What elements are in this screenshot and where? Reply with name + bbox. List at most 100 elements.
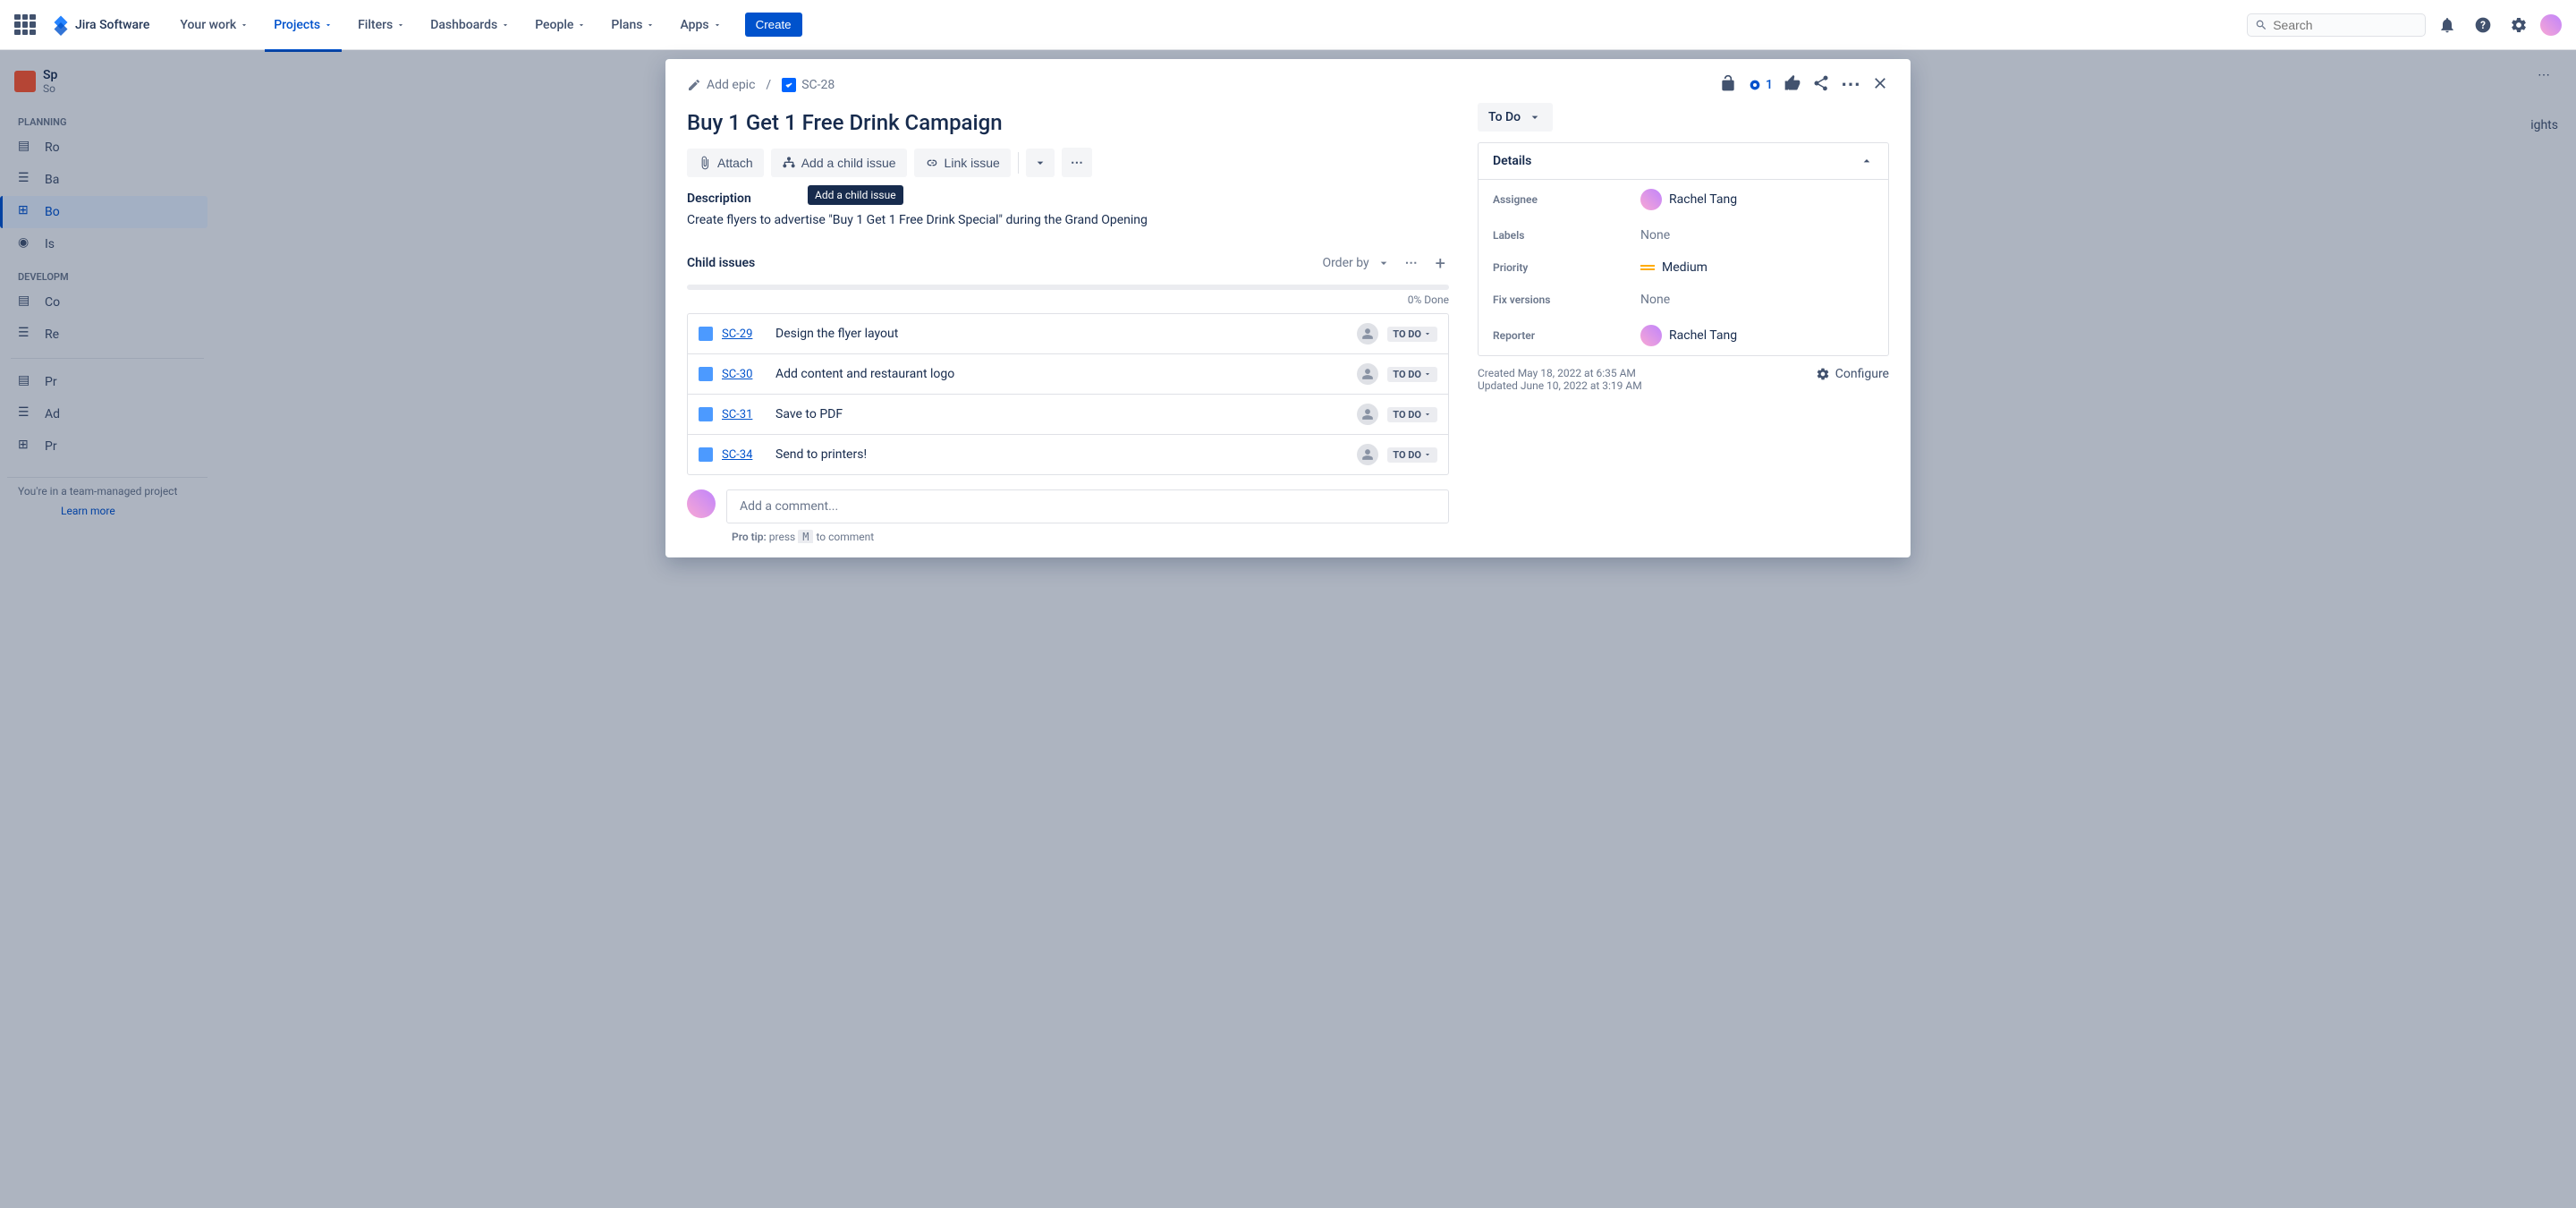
comment-avatar xyxy=(687,489,716,518)
child-more-icon[interactable]: ⋯ xyxy=(1398,256,1425,270)
chevron-down-icon xyxy=(1528,110,1542,124)
child-status-badge[interactable]: TO DO xyxy=(1387,447,1437,463)
child-issue-row[interactable]: SC-34 Send to printers! TO DO xyxy=(688,435,1448,474)
add-child-plus-icon[interactable]: + xyxy=(1432,252,1449,274)
nav-projects[interactable]: Projects xyxy=(265,13,342,38)
nav-people[interactable]: People xyxy=(526,13,595,38)
jira-logo-icon xyxy=(50,14,72,36)
details-panel: Details Assignee Rachel Tang Labels None… xyxy=(1478,142,1889,356)
issue-modal: Add epic / SC-28 1 ⋯ Buy 1 Get 1 Free Dr… xyxy=(665,59,1911,557)
attachment-icon xyxy=(698,156,712,170)
unassigned-avatar[interactable] xyxy=(1357,444,1378,465)
child-status-badge[interactable]: TO DO xyxy=(1387,407,1437,422)
child-issue-key[interactable]: SC-34 xyxy=(722,448,767,462)
priority-medium-icon xyxy=(1640,260,1655,275)
child-issue-summary: Design the flyer layout xyxy=(775,327,1348,341)
order-by-button[interactable]: Order by xyxy=(1322,256,1368,270)
child-issue-summary: Send to printers! xyxy=(775,447,1348,462)
notifications-icon[interactable] xyxy=(2433,11,2462,39)
nav-dashboards[interactable]: Dashboards xyxy=(421,13,519,38)
nav-plans[interactable]: Plans xyxy=(602,13,664,38)
child-status-badge[interactable]: TO DO xyxy=(1387,367,1437,382)
link-icon xyxy=(925,156,939,170)
priority-row[interactable]: Priority Medium xyxy=(1479,251,1888,284)
jira-logo[interactable]: Jira Software xyxy=(50,14,149,36)
product-name: Jira Software xyxy=(75,18,149,32)
chevron-down-icon xyxy=(1033,156,1047,170)
share-icon[interactable] xyxy=(1812,74,1830,96)
pro-tip-text: Pro tip: press M to comment xyxy=(732,531,1449,543)
chevron-up-icon xyxy=(1860,154,1874,168)
top-nav-bar: Jira Software Your work Projects Filters… xyxy=(0,0,2576,50)
progress-bar xyxy=(687,285,1449,290)
child-status-badge[interactable]: TO DO xyxy=(1387,327,1437,342)
description-text[interactable]: Create flyers to advertise "Buy 1 Get 1 … xyxy=(687,213,1449,227)
chevron-down-icon[interactable] xyxy=(1377,256,1391,270)
more-actions-icon[interactable]: ⋯ xyxy=(1841,73,1860,96)
task-type-icon xyxy=(782,78,796,92)
updated-timestamp: Updated June 10, 2022 at 3:19 AM xyxy=(1478,379,1642,392)
app-switcher-icon[interactable] xyxy=(14,14,36,36)
reporter-avatar xyxy=(1640,325,1662,346)
search-icon xyxy=(2255,18,2267,32)
create-button[interactable]: Create xyxy=(745,13,802,37)
details-header[interactable]: Details xyxy=(1479,143,1888,180)
vote-icon[interactable] xyxy=(1784,74,1801,96)
issue-key-link[interactable]: SC-28 xyxy=(782,78,835,92)
nav-your-work[interactable]: Your work xyxy=(171,13,258,38)
watch-button[interactable]: 1 xyxy=(1748,78,1773,92)
add-child-tooltip: Add a child issue xyxy=(808,185,903,205)
add-child-issue-button[interactable]: Add a child issue xyxy=(771,149,907,177)
fix-versions-row[interactable]: Fix versions None xyxy=(1479,284,1888,316)
settings-icon[interactable] xyxy=(2504,11,2533,39)
description-label: Description xyxy=(687,191,1449,206)
lock-icon[interactable] xyxy=(1719,74,1737,96)
reporter-row[interactable]: Reporter Rachel Tang xyxy=(1479,316,1888,355)
child-issue-key[interactable]: SC-30 xyxy=(722,368,767,381)
child-issue-row[interactable]: SC-30 Add content and restaurant logo TO D… xyxy=(688,354,1448,395)
close-icon[interactable] xyxy=(1871,74,1889,96)
help-icon[interactable]: ? xyxy=(2469,11,2497,39)
link-dropdown-button[interactable] xyxy=(1026,149,1055,177)
progress-text: 0% Done xyxy=(687,293,1449,306)
subtask-icon xyxy=(699,407,713,421)
child-issue-summary: Add content and restaurant logo xyxy=(775,367,1348,381)
configure-button[interactable]: Configure xyxy=(1816,367,1889,381)
issue-title[interactable]: Buy 1 Get 1 Free Drink Campaign xyxy=(687,110,1449,135)
search-box[interactable] xyxy=(2247,13,2426,37)
child-issue-row[interactable]: SC-31 Save to PDF TO DO xyxy=(688,395,1448,435)
child-issue-key[interactable]: SC-29 xyxy=(722,328,767,341)
child-issue-row[interactable]: SC-29 Design the flyer layout TO DO xyxy=(688,314,1448,354)
gear-icon xyxy=(1816,367,1830,381)
link-issue-button[interactable]: Link issue xyxy=(914,149,1011,177)
assignee-avatar xyxy=(1640,189,1662,210)
status-dropdown[interactable]: To Do xyxy=(1478,103,1553,132)
svg-text:?: ? xyxy=(2480,19,2486,31)
unassigned-avatar[interactable] xyxy=(1357,363,1378,385)
nav-apps[interactable]: Apps xyxy=(671,13,730,38)
subtask-icon xyxy=(699,447,713,462)
unassigned-avatar[interactable] xyxy=(1357,323,1378,345)
child-issue-summary: Save to PDF xyxy=(775,407,1348,421)
child-issue-key[interactable]: SC-31 xyxy=(722,408,767,421)
unassigned-avatar[interactable] xyxy=(1357,404,1378,425)
subtask-icon xyxy=(699,367,713,381)
nav-filters[interactable]: Filters xyxy=(349,13,414,38)
child-issue-icon xyxy=(782,156,796,170)
labels-row[interactable]: Labels None xyxy=(1479,219,1888,251)
add-epic-link[interactable]: Add epic xyxy=(687,78,755,92)
child-issues-list: SC-29 Design the flyer layout TO DO SC-30 A… xyxy=(687,313,1449,475)
eye-icon xyxy=(1748,78,1762,92)
user-avatar[interactable] xyxy=(2540,14,2562,36)
breadcrumb: Add epic / SC-28 xyxy=(687,78,835,92)
attach-button[interactable]: Attach xyxy=(687,149,764,177)
assignee-row[interactable]: Assignee Rachel Tang xyxy=(1479,180,1888,219)
epic-add-icon xyxy=(687,78,701,92)
search-input[interactable] xyxy=(2273,18,2418,32)
more-options-button[interactable]: ⋯ xyxy=(1062,148,1092,177)
modal-backdrop: Add epic / SC-28 1 ⋯ Buy 1 Get 1 Free Dr… xyxy=(0,50,2576,1208)
subtask-icon xyxy=(699,327,713,341)
child-issues-label: Child issues xyxy=(687,256,755,270)
created-timestamp: Created May 18, 2022 at 6:35 AM xyxy=(1478,367,1642,379)
comment-input[interactable]: Add a comment... xyxy=(726,489,1449,523)
